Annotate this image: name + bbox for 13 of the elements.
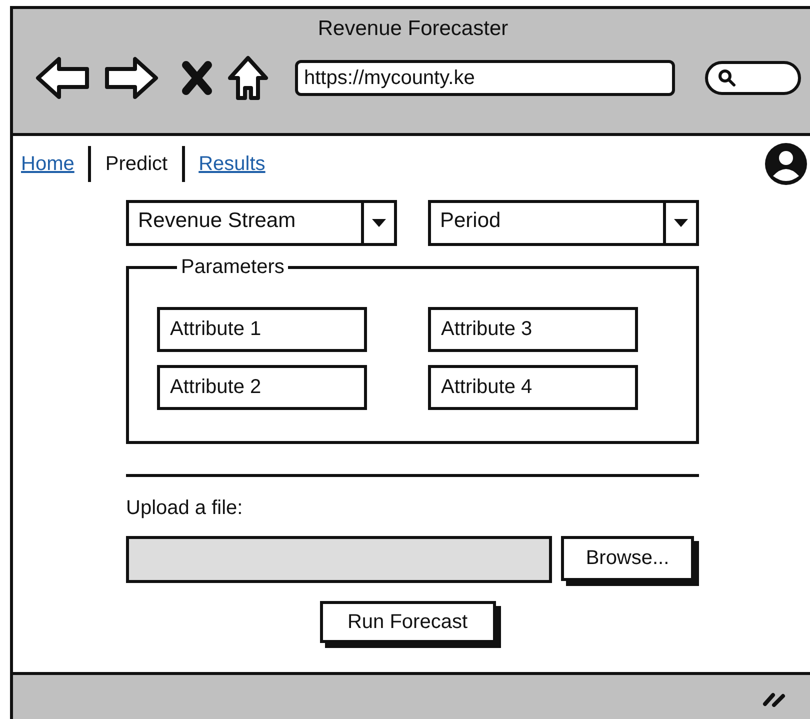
url-field[interactable]: https://mycounty.ke — [295, 60, 675, 96]
upload-label: Upload a file: — [126, 497, 244, 520]
dropdown-select[interactable]: Revenue Stream — [126, 200, 397, 246]
group-title: Parameters — [180, 256, 286, 279]
nav-link[interactable]: Results — [198, 152, 266, 176]
attribute-field[interactable]: Attribute 3 — [428, 307, 638, 352]
dropdown-select[interactable]: Period — [428, 200, 699, 246]
window-title: Revenue Forecaster — [316, 17, 510, 41]
nav-link[interactable]: Predict — [105, 152, 168, 176]
nav-link[interactable]: Home — [21, 152, 74, 176]
attribute-field[interactable]: Attribute 4 — [428, 365, 638, 410]
attribute-field[interactable]: Attribute 1 — [157, 307, 367, 352]
attribute-field[interactable]: Attribute 2 — [157, 365, 367, 410]
